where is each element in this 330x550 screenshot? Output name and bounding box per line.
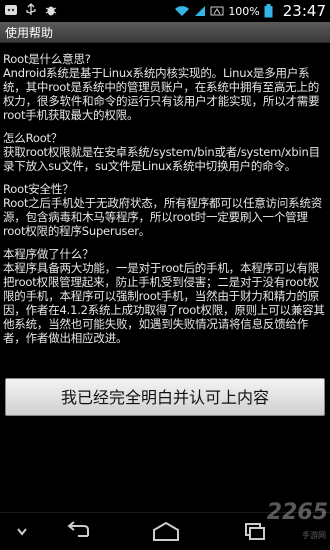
hide-keyboard-icon[interactable] [2,520,42,544]
network-icon [210,6,224,16]
system-indicators: 100% 23:47 [174,2,326,20]
home-icon[interactable] [146,520,186,544]
title-bar: 使用帮助 [0,22,330,43]
help-section-what-app-does: 本程序做了什么？ 本程序具备两大功能，一是对于root后的手机，本程序可以有限把… [3,247,327,345]
page-title: 使用帮助 [5,26,54,40]
notification-icons [4,3,58,17]
section-body: Root之后手机处于无政府状态，所有程序都可以任意访问系统资源，包含病毒和木马等… [3,196,323,238]
bug-icon [45,6,57,16]
cat-app-icon [5,5,17,15]
battery-icon [264,4,273,18]
battery-percent: 100% [228,4,260,18]
section-heading: Root安全性？ [3,182,74,196]
site-watermark-sub: 手游网 [302,531,326,540]
section-heading: 怎么Root？ [3,131,63,145]
status-bar: 100% 23:47 [0,0,330,22]
section-body: 获取root权限就是在安卓系统/system/bin或者/system/xbin… [3,145,320,173]
back-icon[interactable] [58,520,98,544]
help-section-how-to-root: 怎么Root？ 获取root权限就是在安卓系统/system/bin或者/sys… [3,131,327,173]
section-body: Android系统是基于Linux系统内核实现的。Linux是多用户系统，其中r… [3,66,320,122]
status-clock: 23:47 [282,2,326,20]
section-heading: 本程序做了什么？ [3,247,94,261]
help-content: Root是什么意思? Android系统是基于Linux系统内核实现的。Linu… [0,52,330,354]
section-body: 本程序具备两大功能，一是对于root后的手机，本程序可以有限把root权限管理起… [3,261,325,345]
signal-icon [195,6,206,16]
site-watermark-logo: 2265 [266,500,328,525]
section-heading: Root是什么意思? [3,52,91,66]
help-section-what-is-root: Root是什么意思? Android系统是基于Linux系统内核实现的。Linu… [3,52,327,122]
usb-icon [26,3,36,15]
help-section-root-security: Root安全性？ Root之后手机处于无政府状态，所有程序都可以任意访问系统资源… [3,182,327,238]
help-screen: 100% 23:47 使用帮助 Root是什么意思? Android系统是基于L… [0,0,330,550]
confirm-understood-button[interactable]: 我已经完全明白并认可上内容 [5,378,325,416]
wifi-icon [175,6,190,16]
